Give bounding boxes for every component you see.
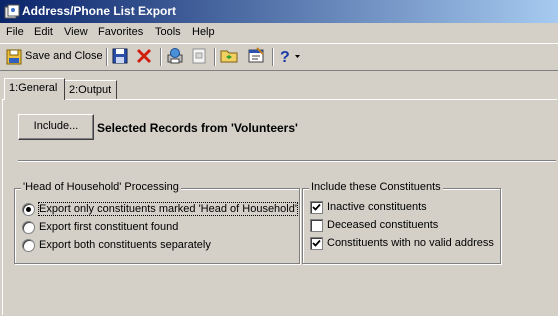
- include-button-label: Include...: [33, 120, 79, 132]
- preview-button[interactable]: [190, 47, 208, 67]
- menu-bar: File Edit View Favorites Tools Help: [0, 23, 558, 42]
- radio-export-both[interactable]: [22, 239, 35, 252]
- tab-strip: 1:General 2:Output: [0, 78, 558, 100]
- include-group-legend: Include these Constituents: [309, 181, 443, 193]
- help-question-icon: ?: [280, 49, 300, 65]
- tab-output[interactable]: 2:Output: [64, 80, 117, 99]
- help-button[interactable]: ?: [278, 47, 302, 67]
- menu-favorites[interactable]: Favorites: [98, 26, 143, 38]
- checkbox-deceased[interactable]: [310, 219, 323, 232]
- radio-selected-dot: [26, 207, 31, 212]
- menu-help[interactable]: Help: [192, 26, 215, 38]
- svg-text:?: ?: [280, 49, 290, 65]
- include-button[interactable]: Include...: [18, 114, 94, 140]
- radio-export-only-hoh[interactable]: [22, 203, 35, 216]
- app-icon: [4, 4, 20, 19]
- delete-x-icon: [136, 48, 152, 64]
- title-bar: Address/Phone List Export: [0, 0, 558, 23]
- checkbox-no-valid-address[interactable]: [310, 237, 323, 250]
- toolbar: Save and Close ?: [0, 43, 558, 71]
- checkmark-icon: [312, 239, 321, 247]
- radio-export-first-label[interactable]: Export first constituent found: [39, 221, 178, 233]
- properties-button[interactable]: [247, 47, 265, 67]
- menu-edit[interactable]: Edit: [34, 26, 53, 38]
- preview-icon: [192, 48, 206, 64]
- printer-globe-icon: [167, 48, 183, 64]
- checkmark-icon: [312, 203, 321, 211]
- checkbox-inactive-label[interactable]: Inactive constituents: [327, 201, 427, 213]
- save-and-close-label: Save and Close: [25, 50, 103, 62]
- print-button[interactable]: [166, 47, 184, 67]
- toolbar-separator: [214, 48, 216, 66]
- menu-tools[interactable]: Tools: [155, 26, 181, 38]
- tab-output-label: 2:Output: [69, 84, 112, 96]
- toolbar-separator: [272, 48, 274, 66]
- toolbar-separator: [106, 48, 108, 66]
- save-close-icon: [6, 49, 22, 65]
- window-title: Address/Phone List Export: [22, 4, 177, 18]
- divider: [18, 160, 556, 162]
- tab-general-label: 1:General: [9, 82, 58, 94]
- tab-general[interactable]: 1:General: [4, 78, 65, 100]
- folder-button[interactable]: [220, 47, 238, 67]
- delete-button[interactable]: [135, 47, 153, 67]
- menu-view[interactable]: View: [64, 26, 88, 38]
- toolbar-separator: [160, 48, 162, 66]
- radio-export-both-label[interactable]: Export both constituents separately: [39, 239, 211, 251]
- folder-icon: [220, 50, 238, 63]
- radio-export-first[interactable]: [22, 221, 35, 234]
- hoh-group-legend: 'Head of Household' Processing: [21, 181, 181, 193]
- save-button[interactable]: [111, 47, 129, 67]
- properties-icon: [248, 47, 264, 63]
- floppy-icon: [112, 48, 128, 64]
- menu-file[interactable]: File: [6, 26, 24, 38]
- checkbox-deceased-label[interactable]: Deceased constituents: [327, 219, 438, 231]
- selected-records-label: Selected Records from 'Volunteers': [97, 121, 298, 135]
- radio-export-only-hoh-label[interactable]: Export only constituents marked 'Head of…: [38, 202, 298, 216]
- checkbox-inactive[interactable]: [310, 201, 323, 214]
- checkbox-no-valid-address-label[interactable]: Constituents with no valid address: [327, 237, 494, 249]
